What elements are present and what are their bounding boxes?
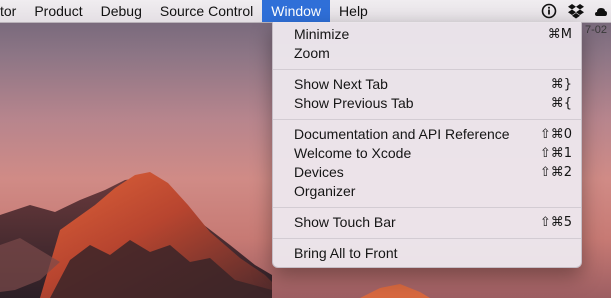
desktop-corner-text: 7-02 <box>584 24 607 36</box>
menu-item-shortcut: ⌘} <box>550 77 572 92</box>
menu-item-label: Show Next Tab <box>294 76 388 92</box>
menu-item-shortcut: ⇧⌘1 <box>539 146 572 161</box>
menu-item-show-touch-bar[interactable]: Show Touch Bar ⇧⌘5 <box>273 213 581 232</box>
menu-item-shortcut: ⇧⌘2 <box>539 165 572 180</box>
menu-separator <box>273 69 581 70</box>
menu-window[interactable]: Window <box>262 0 331 22</box>
menu-bar: tor Product Debug Source Control Window … <box>0 0 611 23</box>
menu-item-organizer[interactable]: Organizer <box>273 182 581 201</box>
menu-source-control[interactable]: Source Control <box>151 0 262 22</box>
menu-editor[interactable]: tor <box>0 0 25 22</box>
menu-item-shortcut: ⌘M <box>547 27 572 42</box>
menu-item-welcome-to-xcode[interactable]: Welcome to Xcode ⇧⌘1 <box>273 144 581 163</box>
menu-item-documentation[interactable]: Documentation and API Reference ⇧⌘0 <box>273 125 581 144</box>
menu-item-label: Show Touch Bar <box>294 214 396 230</box>
dropbox-icon[interactable] <box>567 3 585 19</box>
window-menu-dropdown: Minimize ⌘M Zoom Show Next Tab ⌘} Show Pre… <box>272 22 582 268</box>
menu-item-show-next-tab[interactable]: Show Next Tab ⌘} <box>273 75 581 94</box>
menu-item-shortcut: ⇧⌘5 <box>539 215 572 230</box>
menu-item-minimize[interactable]: Minimize ⌘M <box>273 25 581 44</box>
menu-separator <box>273 119 581 120</box>
menu-item-shortcut: ⌘{ <box>550 96 572 111</box>
menu-item-devices[interactable]: Devices ⇧⌘2 <box>273 163 581 182</box>
info-icon[interactable] <box>541 3 557 19</box>
menu-product[interactable]: Product <box>25 0 91 22</box>
menu-separator <box>273 238 581 239</box>
menu-debug[interactable]: Debug <box>92 0 151 22</box>
status-area <box>541 0 611 22</box>
menu-item-zoom[interactable]: Zoom <box>273 44 581 63</box>
cloud-icon[interactable] <box>595 3 607 19</box>
menu-item-bring-all-to-front[interactable]: Bring All to Front <box>273 244 581 263</box>
menu-item-shortcut: ⇧⌘0 <box>539 127 572 142</box>
menu-item-label: Welcome to Xcode <box>294 145 412 161</box>
menu-item-label: Documentation and API Reference <box>294 126 510 142</box>
menu-help[interactable]: Help <box>330 0 377 22</box>
menu-item-label: Minimize <box>294 26 350 42</box>
menu-item-label: Devices <box>294 164 344 180</box>
menu-item-label: Show Previous Tab <box>294 95 414 111</box>
menu-item-show-previous-tab[interactable]: Show Previous Tab ⌘{ <box>273 94 581 113</box>
menu-item-label: Bring All to Front <box>294 245 398 261</box>
menu-item-label: Zoom <box>294 45 330 61</box>
menu-item-label: Organizer <box>294 183 356 199</box>
menu-separator <box>273 207 581 208</box>
